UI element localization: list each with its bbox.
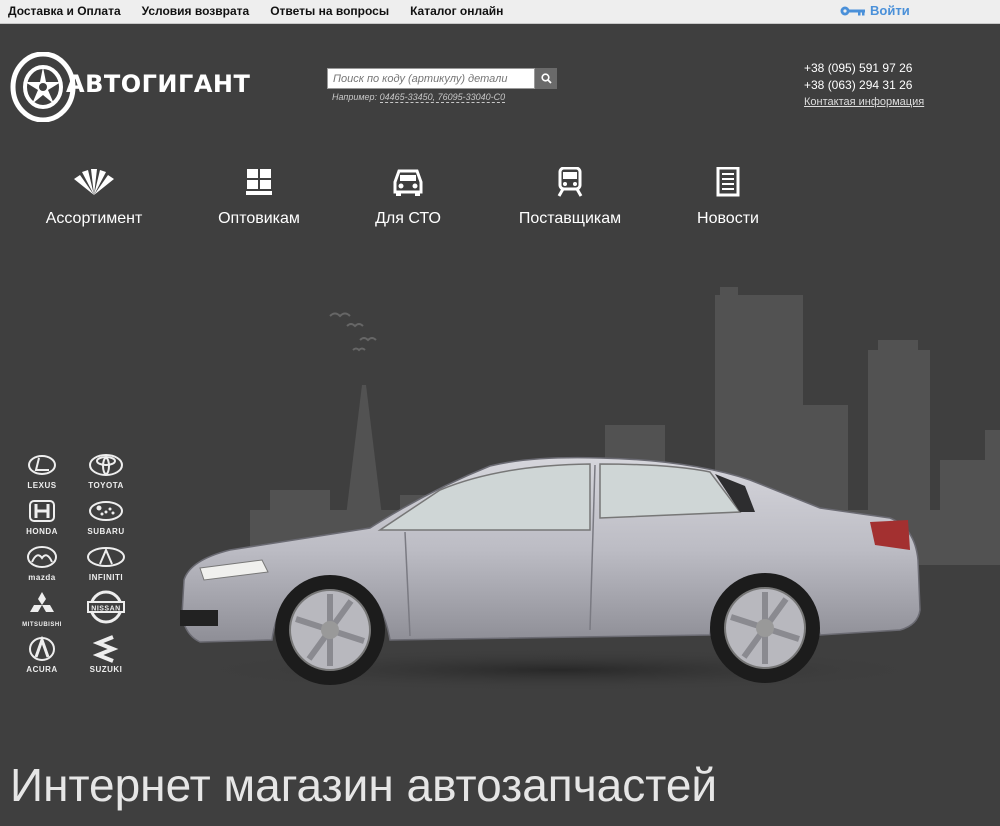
wheel-rear (710, 573, 820, 683)
brand-label-acura: ACURA (26, 665, 58, 674)
lexus-logo-icon (28, 454, 56, 475)
brand-nissan[interactable]: NISSAN (76, 586, 136, 628)
nav-item-suppliers[interactable]: Поставщикам (505, 166, 635, 228)
mazda-logo-icon (27, 545, 57, 568)
search-bar (327, 68, 557, 89)
brand-toyota[interactable]: TOYOTA (76, 448, 136, 490)
search-icon (540, 73, 552, 84)
top-link-delivery[interactable]: Доставка и Оплата (8, 4, 121, 18)
nav-label-suppliers: Поставщикам (518, 210, 622, 227)
brand-acura[interactable]: ACURA (12, 632, 72, 674)
nav-item-assortment[interactable]: Ассортимент (38, 166, 150, 228)
brand-infiniti[interactable]: INFINITI (76, 540, 136, 582)
fan-icon (74, 169, 114, 195)
brand-mitsubishi[interactable]: MITSUBISHI (12, 586, 72, 628)
main-nav: Ассортимент Оптовикам Для СТО Поставщика… (0, 166, 800, 236)
brand-label-toyota: TOYOTA (88, 481, 124, 490)
search-example-prefix: Например: (332, 92, 378, 102)
birds-image (329, 312, 377, 352)
contacts: +38 (095) 591 97 26 +38 (063) 294 31 26 … (804, 60, 924, 111)
wheel-front (275, 575, 385, 685)
car-front-icon (393, 169, 423, 196)
brand-label-mazda: mazda (28, 573, 56, 582)
honda-logo-icon (29, 499, 55, 522)
boxes-icon (246, 169, 272, 195)
nav-label-assortment: Ассортимент (45, 210, 143, 227)
brand-suzuki[interactable]: SUZUKI (76, 632, 136, 674)
brand-label-infiniti: INFINITI (88, 573, 124, 582)
phone-1: +38 (095) 591 97 26 (804, 61, 913, 75)
search-example: Например: 04465-33450, 76095-33040-C0 (332, 92, 506, 103)
key-icon (840, 6, 865, 15)
nissan-logo-icon: NISSAN (87, 590, 125, 624)
contact-info-link[interactable]: Контактая информация (804, 94, 924, 111)
top-nav: Доставка и Оплата Условия возврата Ответ… (8, 4, 503, 18)
nav-label-wholesale: Оптовикам (218, 210, 300, 227)
brand-lexus[interactable]: LEXUS (12, 448, 72, 490)
top-link-returns[interactable]: Условия возврата (142, 4, 250, 18)
document-icon (716, 167, 740, 197)
suzuki-logo-icon (93, 634, 119, 663)
brand-label-subaru: SUBARU (87, 527, 125, 536)
mitsubishi-logo-icon (30, 592, 54, 612)
top-link-faq[interactable]: Ответы на вопросы (270, 4, 389, 18)
brand-label-honda: HONDA (26, 527, 58, 536)
brand-subaru[interactable]: SUBARU (76, 494, 136, 536)
search-input[interactable] (327, 68, 535, 89)
brand-label-lexus: LEXUS (27, 481, 57, 490)
hero-car-image (180, 456, 930, 690)
logo-text: АВТОГИГАНТ (66, 70, 251, 98)
svg-text:NISSAN: NISSAN (91, 606, 120, 613)
nav-label-news: Новости (697, 210, 759, 227)
nav-item-news[interactable]: Новости (685, 166, 771, 228)
top-bar: Доставка и Оплата Условия возврата Ответ… (0, 0, 1000, 24)
nav-item-wholesale[interactable]: Оптовикам (205, 166, 313, 228)
train-icon (557, 167, 583, 197)
brand-label-mitsubishi: MITSUBISHI (22, 622, 62, 628)
login-label: Войти (870, 3, 910, 18)
brand-mazda[interactable]: mazda (12, 540, 72, 582)
brand-label-suzuki: SUZUKI (89, 665, 123, 674)
site-logo[interactable]: АВТОГИГАНТ (8, 52, 250, 122)
nav-item-service[interactable]: Для СТО (363, 166, 453, 228)
login-button[interactable]: Войти (840, 3, 910, 18)
nav-label-service: Для СТО (375, 210, 441, 227)
search-button[interactable] (535, 68, 557, 89)
brand-honda[interactable]: HONDA (12, 494, 72, 536)
hero-tagline: Интернет магазин автозапчастей (10, 759, 718, 811)
phone-2: +38 (063) 294 31 26 (804, 78, 913, 92)
search-example-codes[interactable]: 04465-33450, 76095-33040-C0 (379, 92, 506, 103)
brand-logos: LEXUS TOYOTA HONDA SUBARU mazda INFINITI… (12, 448, 142, 674)
subaru-logo-icon (89, 500, 123, 521)
infiniti-logo-icon (87, 546, 125, 567)
top-link-catalog[interactable]: Каталог онлайн (410, 4, 503, 18)
toyota-logo-icon (89, 453, 123, 476)
acura-logo-icon (29, 635, 55, 661)
